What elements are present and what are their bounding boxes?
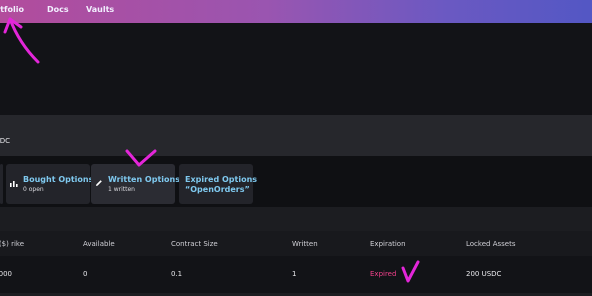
header-strike: rike ($) [0, 240, 24, 248]
cell-strike: 000 [0, 270, 12, 278]
nav-portfolio-link[interactable]: Portfolio [0, 5, 24, 14]
tab-bought-options[interactable]: Bought Options 0 open [6, 164, 94, 204]
tab-partial[interactable] [0, 164, 3, 204]
tab-written-options[interactable]: Written Options 1 written [91, 164, 180, 204]
tab-bought-subtitle: 0 open [23, 186, 44, 193]
cell-contract-size: 0.1 [171, 270, 183, 278]
header-expiration: Expiration [370, 240, 406, 248]
tab-expired-title: Expired Options [185, 175, 258, 184]
cell-available: 0 [83, 270, 88, 278]
header-written: Written [292, 240, 318, 248]
tab-expired-options[interactable]: Expired Options “OpenOrders” [179, 164, 257, 204]
cell-written: 1 [292, 270, 297, 278]
nav-vaults-link[interactable]: Vaults [86, 5, 114, 14]
tab-expired-subtitle: “OpenOrders” [185, 185, 250, 194]
nav-docs-link[interactable]: Docs [47, 5, 69, 14]
account-strip [0, 115, 592, 156]
cell-expiration-status: Expired [370, 270, 397, 278]
cell-locked-assets: 200 USDC [466, 270, 502, 278]
account-balance-text: DC [0, 137, 10, 145]
header-locked-assets: Locked Assets [466, 240, 516, 248]
tab-written-subtitle: 1 written [108, 186, 135, 193]
bar-chart-icon [10, 181, 18, 187]
hero-area [0, 23, 592, 115]
tab-written-title: Written Options [108, 175, 180, 184]
header-contract-size: Contract Size [171, 240, 218, 248]
table-toolbar [0, 207, 592, 231]
tab-bought-title: Bought Options [23, 175, 94, 184]
header-available: Available [83, 240, 115, 248]
pencil-icon [96, 180, 102, 186]
